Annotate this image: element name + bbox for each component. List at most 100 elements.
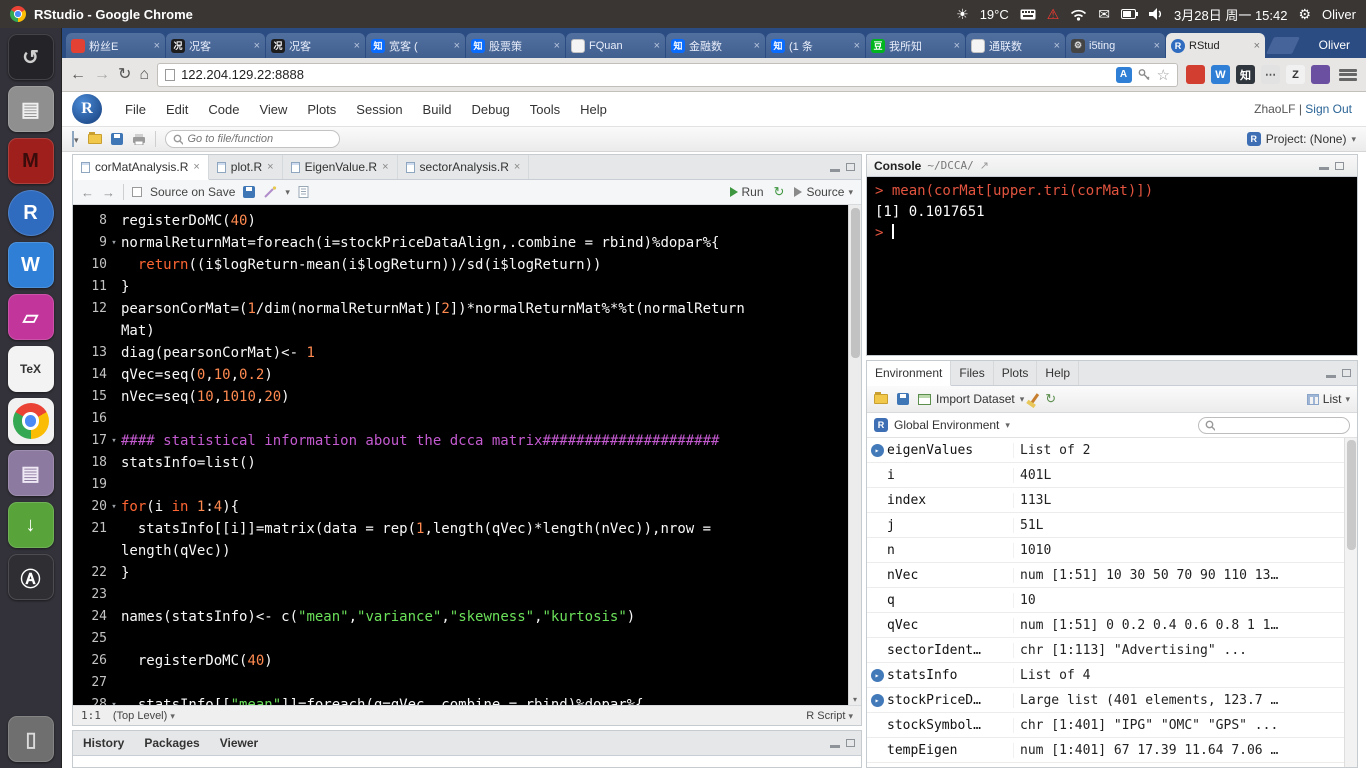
wand-caret-icon[interactable]: ▾ [285, 187, 290, 198]
code-line[interactable]: 27 [73, 672, 861, 694]
files-drawer-icon[interactable]: ▤ [8, 86, 54, 132]
tab-viewer[interactable]: Viewer [210, 731, 268, 755]
environment-row[interactable]: tempEigennum [1:401] 67 17.39 11.64 7.06… [867, 738, 1344, 763]
code-line[interactable]: 9▾normalReturnMat=foreach(i=stockPriceDa… [73, 232, 861, 254]
downloads-icon[interactable]: ↓ [8, 502, 54, 548]
expand-control[interactable]: ▸ [867, 669, 887, 682]
battery-icon[interactable] [1121, 9, 1138, 19]
code-line[interactable]: 11} [73, 276, 861, 298]
environment-row[interactable]: i401L [867, 463, 1344, 488]
source-tab[interactable]: corMatAnalysis.R× [73, 155, 209, 180]
extension-icon-3[interactable]: 知 [1236, 65, 1255, 84]
reload-button[interactable]: ↻ [118, 67, 131, 83]
code-line[interactable]: 13diag(pearsonCorMat)<- 1 [73, 342, 861, 364]
code-line[interactable]: 14qVec=seq(0,10,0.2) [73, 364, 861, 386]
minimize-icon[interactable] [830, 745, 840, 748]
code-line[interactable]: 21 statsInfo[[i]]=matrix(data = rep(1,le… [73, 518, 861, 540]
environment-row[interactable]: nVecnum [1:51] 10 30 50 70 90 110 13… [867, 563, 1344, 588]
environment-row[interactable]: sectorIdent…chr [1:113] "Advertising" ..… [867, 638, 1344, 663]
code-line[interactable]: 12pearsonCorMat=(1/dim(normalReturnMat)[… [73, 298, 861, 320]
expand-arrow-icon[interactable]: ▸ [871, 694, 884, 707]
open-file-icon[interactable] [88, 134, 102, 144]
source-tab-close-icon[interactable]: × [514, 161, 520, 173]
address-input[interactable] [181, 67, 1109, 82]
source-tab-close-icon[interactable]: × [382, 161, 388, 173]
environment-row[interactable]: stockSymbol…chr [1:401] "IPG" "OMC" "GPS… [867, 713, 1344, 738]
fold-arrow-icon[interactable]: ▾ [107, 496, 121, 518]
console-popout-icon[interactable]: ↗ [980, 159, 989, 172]
browser-tab[interactable]: 况况客× [166, 33, 265, 58]
volume-icon[interactable] [1149, 8, 1163, 20]
translate-icon[interactable]: A [1116, 67, 1132, 83]
address-bar[interactable]: A ☆ [157, 63, 1178, 87]
browser-tab[interactable]: FQuan× [566, 33, 665, 58]
code-line[interactable]: 16 [73, 408, 861, 430]
menu-file[interactable]: File [116, 98, 155, 121]
goto-file-input[interactable] [188, 133, 332, 145]
source-tab[interactable]: EigenValue.R× [283, 155, 398, 179]
tab-close-icon[interactable]: × [454, 40, 460, 52]
tab-close-icon[interactable]: × [154, 40, 160, 52]
compile-notebook-icon[interactable] [298, 186, 310, 198]
tab-close-icon[interactable]: × [1154, 40, 1160, 52]
environment-scroll-thumb[interactable] [1347, 440, 1356, 550]
menu-view[interactable]: View [250, 98, 296, 121]
source-tab[interactable]: plot.R× [209, 155, 283, 179]
fold-arrow-icon[interactable]: ▾ [107, 232, 121, 254]
trash-icon[interactable]: ▯ [8, 716, 54, 762]
code-line[interactable]: 26 registerDoMC(40) [73, 650, 861, 672]
rerun-icon[interactable]: ↻ [774, 184, 785, 200]
environment-row[interactable]: qVecnum [1:51] 0 0.2 0.4 0.6 0.8 1 1… [867, 613, 1344, 638]
new-file-button[interactable]: ▾ [72, 132, 79, 146]
environment-row[interactable]: ▸statsInfoList of 4 [867, 663, 1344, 688]
code-line[interactable]: 19 [73, 474, 861, 496]
session-user[interactable]: Oliver [1322, 7, 1356, 22]
tab-help[interactable]: Help [1037, 361, 1079, 385]
new-tab-button[interactable] [1266, 37, 1300, 54]
console-body[interactable]: > mean(corMat[upper.tri(corMat)])[1] 0.1… [867, 177, 1357, 355]
browser-tab[interactable]: 知(1 条× [766, 33, 865, 58]
editor-scrollbar[interactable]: ▾ [848, 205, 861, 705]
clear-objects-icon[interactable] [1030, 393, 1039, 405]
environment-row[interactable]: n1010 [867, 538, 1344, 563]
dash-home-icon[interactable]: ↺ [8, 34, 54, 80]
page-security-icon[interactable] [165, 69, 175, 81]
tab-history[interactable]: History [73, 731, 134, 755]
environment-row[interactable]: ▸stockPriceD…Large list (401 elements, 1… [867, 688, 1344, 713]
menu-help[interactable]: Help [571, 98, 616, 121]
maximize-icon[interactable] [1335, 162, 1344, 170]
file-type-selector[interactable]: R Script ▾ [806, 710, 853, 722]
menu-plots[interactable]: Plots [298, 98, 345, 121]
environment-row[interactable]: q10 [867, 588, 1344, 613]
source-tab[interactable]: sectorAnalysis.R× [398, 155, 530, 179]
tab-close-icon[interactable]: × [254, 40, 260, 52]
browser-profile-button[interactable]: Oliver [1307, 38, 1362, 58]
wps-presentation-icon[interactable]: ▱ [8, 294, 54, 340]
archive-icon[interactable]: ▤ [8, 450, 54, 496]
key-icon[interactable] [1138, 68, 1151, 81]
environment-row[interactable]: index113L [867, 488, 1344, 513]
source-on-save-checkbox[interactable] [132, 187, 142, 197]
code-line[interactable]: 22} [73, 562, 861, 584]
code-line[interactable]: 25 [73, 628, 861, 650]
fold-arrow-icon[interactable]: ▾ [107, 694, 121, 705]
browser-tab[interactable]: 知宽客 (× [366, 33, 465, 58]
environment-row[interactable]: j51L [867, 513, 1344, 538]
chrome-icon[interactable] [8, 398, 54, 444]
fold-arrow-icon[interactable]: ▾ [107, 430, 121, 452]
browser-tab[interactable]: 知股票策× [466, 33, 565, 58]
menu-session[interactable]: Session [347, 98, 411, 121]
environment-search-box[interactable] [1198, 417, 1350, 434]
browser-tab[interactable]: 通联数× [966, 33, 1065, 58]
import-dataset-button[interactable]: Import Dataset ▾ [918, 392, 1024, 406]
clock[interactable]: 3月28日 周一 15:42 [1174, 5, 1287, 24]
rstudio-icon[interactable]: R [8, 190, 54, 236]
menu-code[interactable]: Code [199, 98, 248, 121]
menu-build[interactable]: Build [414, 98, 461, 121]
code-line[interactable]: 18statsInfo=list() [73, 452, 861, 474]
browser-tab[interactable]: 知金融数× [666, 33, 765, 58]
tab-close-icon[interactable]: × [654, 40, 660, 52]
mail-app-icon[interactable]: M [8, 138, 54, 184]
forward-button[interactable]: → [94, 67, 110, 83]
minimize-icon[interactable] [830, 169, 840, 172]
